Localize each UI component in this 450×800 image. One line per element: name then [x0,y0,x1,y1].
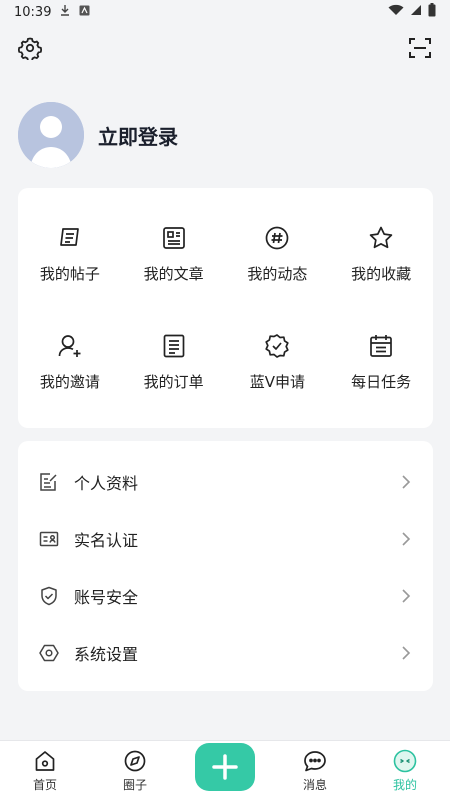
grid-item-label: 我的帖子 [39,264,100,283]
tab-publish[interactable] [180,741,270,800]
hashtag-icon [266,226,289,249]
grid-item-label: 我的收藏 [351,264,412,283]
id-card-icon [38,528,60,550]
chevron-right-icon [399,531,413,546]
status-bar: 10:39 [0,0,450,24]
grid-item-blue-v-apply[interactable]: 蓝V申请 [226,308,330,416]
tab-label: 首页 [32,777,57,792]
download-icon [59,4,71,20]
avatar[interactable] [18,102,84,168]
status-time: 10:39 [14,4,52,20]
scan-button[interactable] [406,34,434,62]
app-notification-icon [79,5,90,20]
default-avatar-icon [18,102,84,168]
plus-icon [212,753,238,780]
edit-document-icon [38,471,60,493]
post-icon [60,227,79,246]
grid-item-my-favorites[interactable]: 我的收藏 [329,200,433,308]
tab-label: 圈子 [122,777,147,792]
menu-item-system-settings[interactable]: 系统设置 [18,624,433,681]
grid-item-label: 我的订单 [143,372,204,391]
wifi-icon [388,4,404,20]
menu-item-real-name[interactable]: 实名认证 [18,510,433,567]
tab-home[interactable]: 首页 [0,741,90,800]
user-face-icon [393,749,417,773]
publish-button[interactable] [195,742,255,791]
grid-item-label: 蓝V申请 [249,372,305,391]
profile-section[interactable]: 立即登录 [18,102,178,168]
chat-icon [303,749,327,773]
grid-item-my-posts[interactable]: 我的帖子 [18,200,122,308]
grid-item-label: 我的动态 [247,264,308,283]
battery-icon [428,3,436,21]
grid-item-label: 我的邀请 [39,372,100,391]
grid-item-daily-tasks[interactable]: 每日任务 [329,308,433,416]
menu-item-label: 实名认证 [74,530,139,550]
grid-item-my-articles[interactable]: 我的文章 [122,200,226,308]
calendar-icon [370,334,392,357]
compass-icon [123,749,147,773]
login-link[interactable]: 立即登录 [98,121,178,150]
tab-circle[interactable]: 圈子 [90,741,180,800]
add-user-icon [58,334,81,357]
chevron-right-icon [399,588,413,603]
feature-grid: 我的帖子 我的文章 我的动态 我的收藏 我的邀请 我的订单 蓝V申请 每日任务 [18,188,433,416]
settings-button[interactable] [16,34,44,62]
shield-icon [38,585,60,607]
chevron-right-icon [399,474,413,489]
grid-item-my-invitations[interactable]: 我的邀请 [18,308,122,416]
hexagon-settings-icon [38,642,60,664]
tab-label: 我的 [392,777,417,792]
chevron-right-icon [399,645,413,660]
verified-badge-icon [265,333,290,358]
article-icon [162,226,185,249]
menu-item-label: 账号安全 [74,587,139,607]
tab-label: 消息 [302,777,327,792]
menu-item-label: 个人资料 [74,473,139,493]
tab-messages[interactable]: 消息 [270,741,360,800]
settings-list-card: 个人资料 实名认证 账号安全 系统设置 [18,441,433,691]
feature-grid-card: 我的帖子 我的文章 我的动态 我的收藏 我的邀请 我的订单 蓝V申请 每日任务 [18,188,433,428]
menu-item-label: 系统设置 [74,644,139,664]
scan-icon [409,38,431,58]
menu-item-account-security[interactable]: 账号安全 [18,567,433,624]
bottom-tab-bar: 首页 圈子 消息 我的 [0,740,450,800]
menu-item-profile[interactable]: 个人资料 [18,453,433,510]
tab-mine[interactable]: 我的 [360,741,450,800]
home-icon [33,749,57,773]
grid-item-label: 每日任务 [351,372,412,391]
star-icon [369,226,393,248]
top-actions [0,34,450,64]
grid-item-label: 我的文章 [143,264,204,283]
grid-item-my-moments[interactable]: 我的动态 [226,200,330,308]
order-list-icon [163,334,184,357]
signal-icon [410,4,422,20]
grid-item-my-orders[interactable]: 我的订单 [122,308,226,416]
gear-icon [18,37,42,60]
